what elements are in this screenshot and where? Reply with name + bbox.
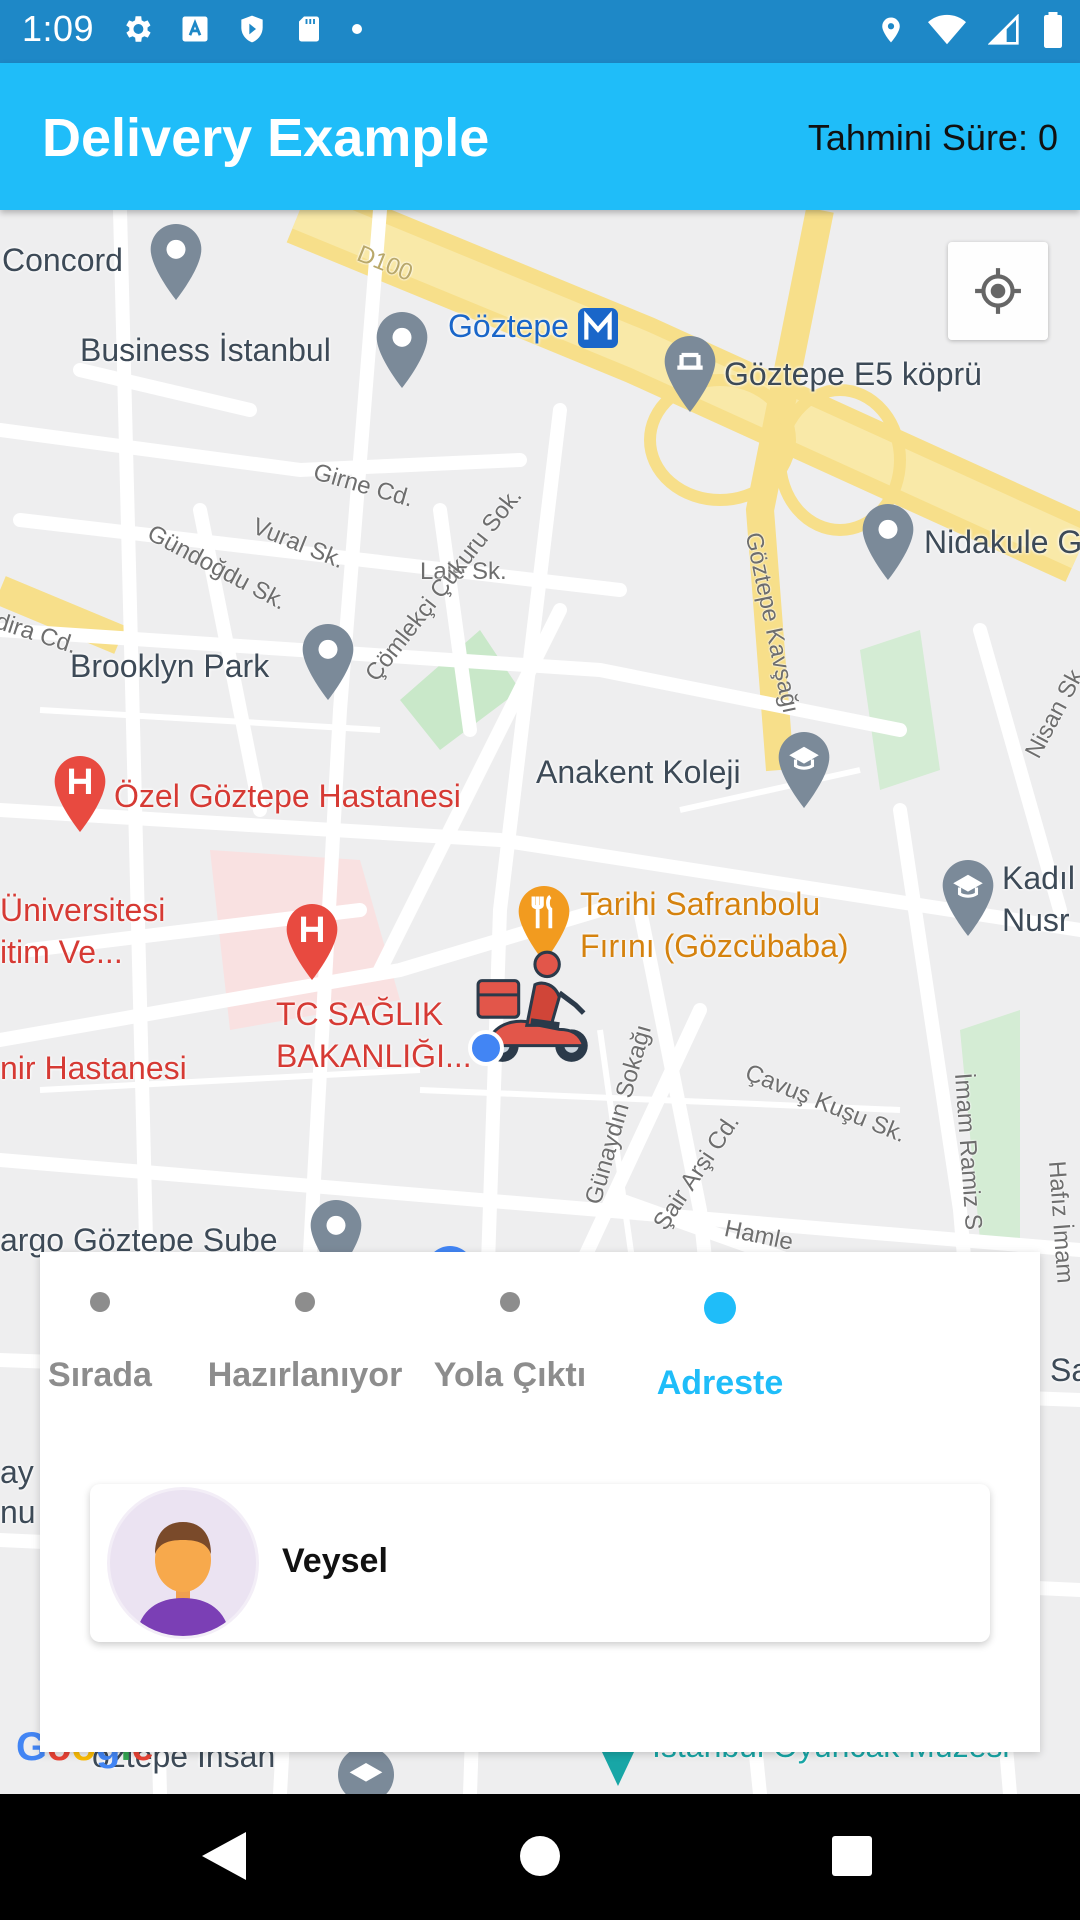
dot-icon	[350, 22, 364, 41]
step-dot-active	[704, 1292, 736, 1324]
courier-name: Veysel	[282, 1542, 388, 1580]
park-area	[860, 630, 940, 790]
place-label-nu: nu	[0, 1494, 36, 1530]
avatar	[110, 1490, 256, 1636]
shield-icon	[236, 12, 268, 51]
gear-icon	[120, 12, 154, 51]
place-label-concord: Concord	[2, 242, 123, 278]
step-yola-cikti[interactable]: Yola Çıktı	[390, 1292, 630, 1395]
place-label-brooklyn-park: Brooklyn Park	[70, 648, 270, 684]
map-pin-icon[interactable]	[376, 312, 428, 393]
school-pin-icon[interactable]	[778, 732, 830, 813]
sd-card-icon	[294, 12, 324, 51]
current-location-dot-icon	[468, 1030, 504, 1071]
hospital-pin-icon[interactable]	[54, 756, 106, 837]
place-label-universitesi: Üniversitesi	[0, 892, 166, 928]
step-label: Yola Çıktı	[433, 1356, 587, 1394]
place-label-goztepe-metro: Göztepe	[448, 308, 569, 344]
courier-card[interactable]: Veysel	[90, 1484, 990, 1642]
app-title: Delivery Example	[42, 108, 490, 168]
place-label-tarihi-safranbolu: Tarihi Safranbolu	[580, 886, 821, 922]
step-adreste[interactable]: Adreste	[600, 1292, 840, 1403]
order-status-panel: Sırada Hazırlanıyor Yola Çıktı Adreste V…	[40, 1252, 1040, 1752]
place-label-hastanesi: nir Hastanesi	[0, 1050, 187, 1086]
my-location-button[interactable]	[948, 242, 1048, 340]
place-label-business-istanbul: Business İstanbul	[80, 332, 331, 368]
status-bar: 1:09	[0, 0, 1080, 63]
location-icon	[876, 12, 906, 53]
status-icons-right	[854, 12, 1064, 53]
status-time: 1:09	[22, 8, 95, 49]
a-icon	[180, 14, 210, 49]
battery-icon	[1042, 12, 1064, 53]
place-label-ozel-goztepe: Özel Göztepe Hastanesi	[114, 778, 461, 814]
place-label-bakanligi: BAKANLIĞI...	[276, 1038, 472, 1074]
school-pin-icon[interactable]	[942, 860, 994, 941]
place-label-ay: ay	[0, 1454, 34, 1490]
place-label-sa: Sa	[1050, 1352, 1080, 1388]
back-icon[interactable]	[202, 1832, 246, 1885]
eta-label: Tahmini Süre:	[807, 117, 1028, 158]
hospital-pin-icon[interactable]	[286, 904, 338, 985]
navigation-bar	[0, 1794, 1080, 1920]
place-label-nidakule: Nidakule G	[924, 524, 1080, 560]
map-pin-icon[interactable]	[150, 224, 202, 305]
school-pin-icon[interactable]	[338, 1746, 394, 1794]
map-pin-icon[interactable]	[862, 504, 914, 585]
step-hazirlaniyor[interactable]: Hazırlanıyor	[185, 1292, 425, 1395]
eta-display: Tahmini Süre: 0	[808, 117, 1058, 159]
person-avatar-icon	[136, 1522, 230, 1636]
bridge-pin-icon[interactable]	[664, 336, 716, 417]
status-icons-left	[120, 12, 390, 51]
recents-icon[interactable]	[830, 1832, 874, 1885]
crosshair-icon	[975, 268, 1021, 314]
step-label: Adreste	[656, 1364, 784, 1402]
museum-pin-icon[interactable]	[598, 1748, 638, 1793]
step-dot	[90, 1292, 110, 1312]
eta-value: 0	[1037, 117, 1058, 158]
place-label-goztepe-e5: Göztepe E5 köprü	[724, 356, 982, 392]
wifi-icon	[928, 14, 966, 51]
step-label: Hazırlanıyor	[207, 1356, 403, 1394]
app-bar: Delivery Example Tahmini Süre: 0	[0, 63, 1080, 210]
place-label-itim-ve: itim Ve...	[0, 934, 123, 970]
step-dot	[500, 1292, 520, 1312]
place-label-anakent: Anakent Koleji	[536, 754, 741, 790]
signal-icon	[987, 13, 1020, 51]
map-pin-icon[interactable]	[302, 624, 354, 705]
home-icon[interactable]	[518, 1832, 562, 1885]
place-label-tc-saglik: TC SAĞLIK	[276, 996, 444, 1032]
place-label-kadi: Kadıl	[1002, 860, 1075, 896]
metro-icon[interactable]	[578, 308, 618, 353]
place-label-nusr: Nusr	[1002, 902, 1070, 938]
step-dot	[295, 1292, 315, 1312]
place-label-tarihi-firini: Fırını (Gözcübaba)	[580, 928, 849, 964]
